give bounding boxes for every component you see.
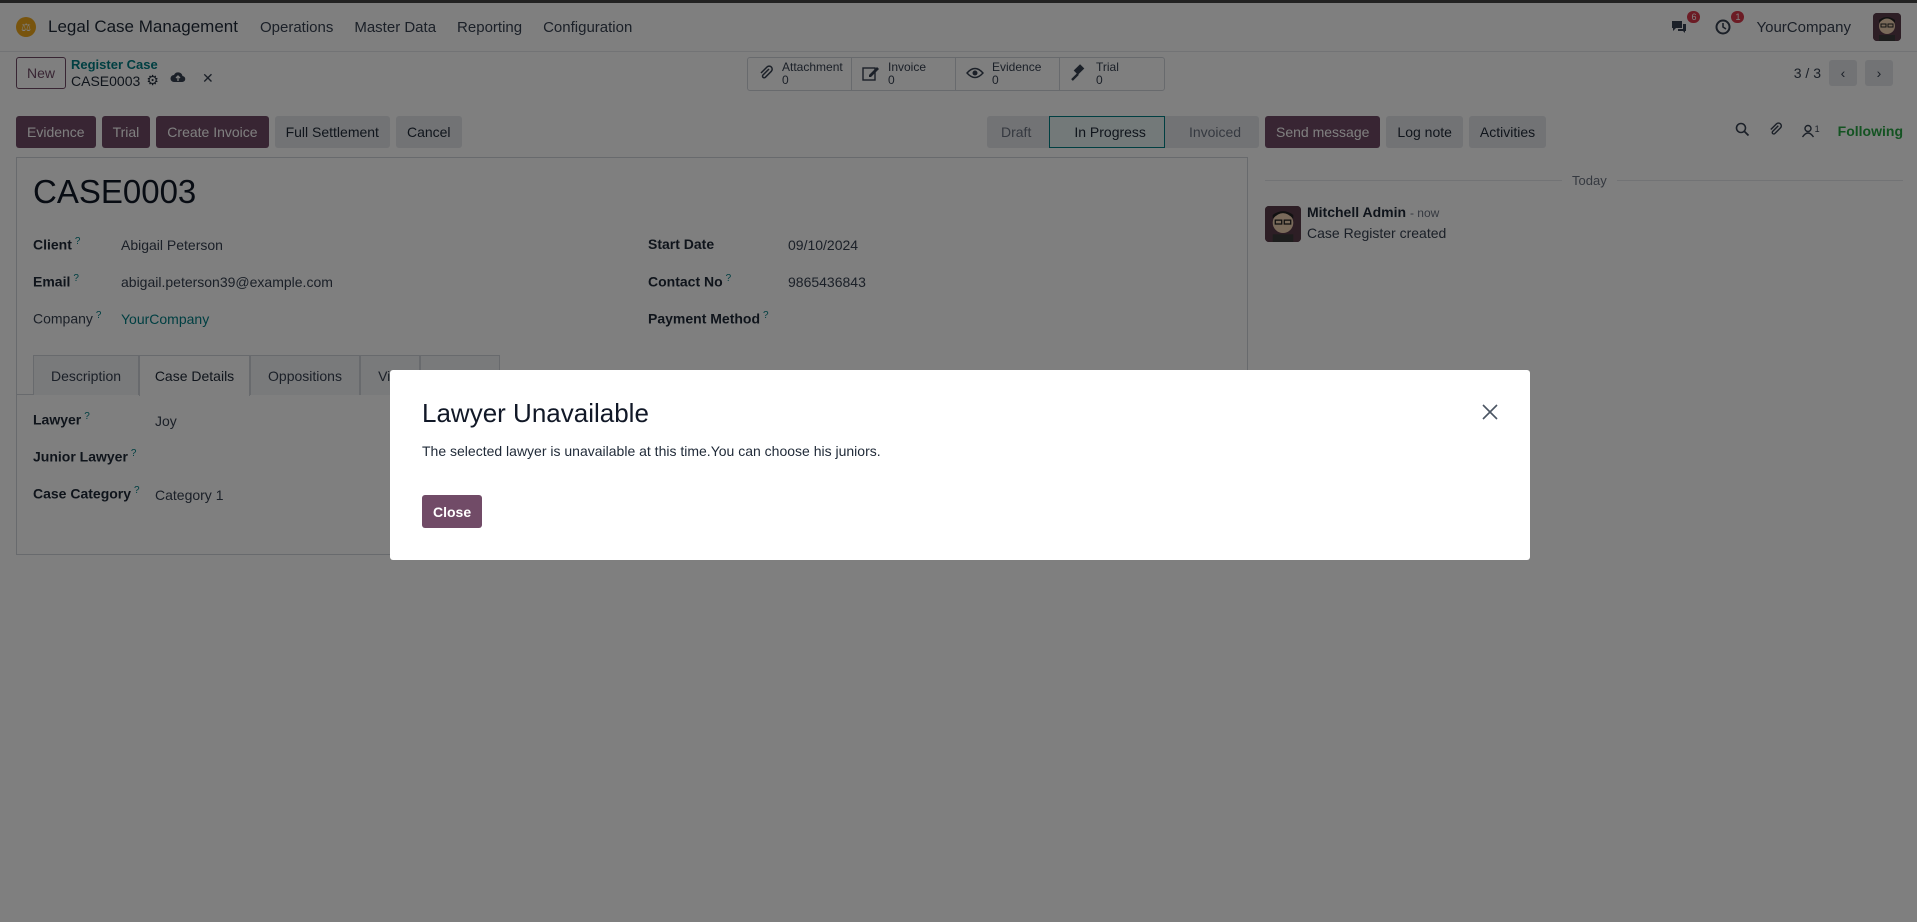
close-icon[interactable] [1480,402,1500,422]
dialog-message: The selected lawyer is unavailable at th… [422,443,881,459]
dialog-title: Lawyer Unavailable [422,398,649,428]
close-button[interactable]: Close [422,495,483,528]
lawyer-unavailable-dialog: Lawyer Unavailable The selected lawyer i… [390,370,1530,560]
